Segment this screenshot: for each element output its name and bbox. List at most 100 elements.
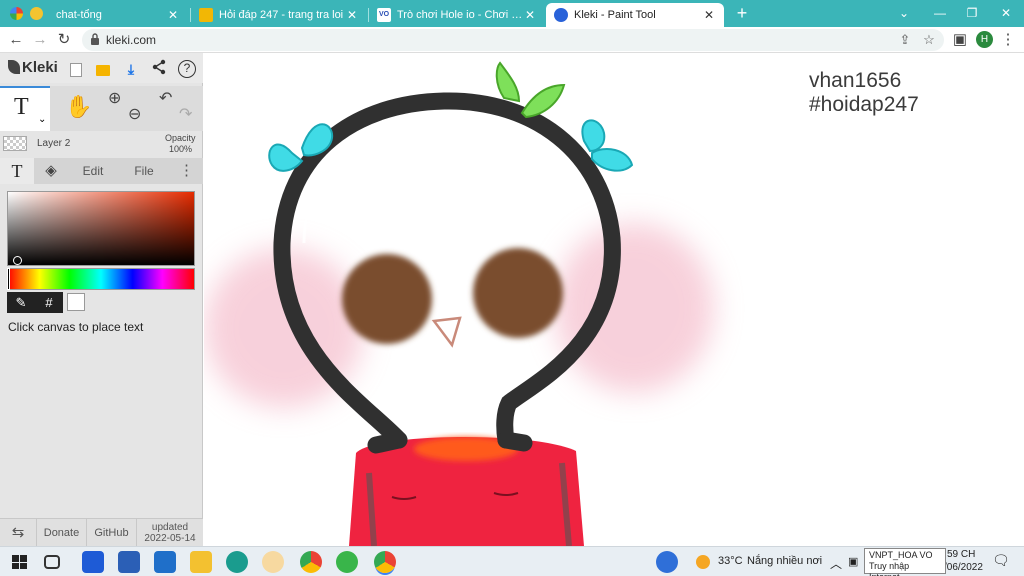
hex-input-button[interactable]: # — [35, 292, 63, 313]
kleki-logo: Kleki — [8, 59, 58, 76]
chevron-down-icon[interactable]: ⌄ — [38, 114, 46, 125]
text-tool-button[interactable]: T ⌄ — [0, 86, 50, 131]
changelog-link[interactable]: updated 2022-05-14 — [137, 519, 203, 547]
mail-icon[interactable] — [154, 551, 176, 573]
zoom-in-icon[interactable]: ⊕ — [108, 88, 121, 108]
word-icon[interactable] — [118, 551, 140, 573]
windows-start-icon[interactable] — [8, 551, 30, 573]
open-folder-icon[interactable] — [93, 59, 113, 79]
tab-edit[interactable]: Edit — [68, 158, 118, 184]
temperature[interactable]: 33°C — [718, 555, 743, 567]
hand-tool-button[interactable]: ✋ — [51, 86, 101, 131]
tab-chat[interactable]: chat-tổng ✕ — [48, 3, 188, 27]
undo-icon[interactable]: ↶ — [159, 88, 172, 108]
bookmark-star-icon[interactable]: ☆ — [920, 31, 938, 49]
opacity-value: 100% — [169, 144, 193, 154]
tab-layers[interactable]: ◈ — [34, 158, 68, 184]
weather-text[interactable]: Nắng nhiều nơi — [747, 555, 822, 567]
profile-avatar[interactable]: H — [976, 31, 993, 48]
help-icon[interactable] — [656, 551, 678, 573]
browser-menu-icon[interactable]: ⋮ — [998, 30, 1018, 50]
minimize-button[interactable]: — — [922, 0, 958, 27]
restore-button[interactable]: ❐ — [954, 0, 990, 27]
share-icon[interactable] — [149, 59, 169, 79]
tab-kleki[interactable]: Kleki - Paint Tool ✕ — [546, 3, 724, 27]
opacity-label: Opacity — [165, 133, 196, 143]
hoidap-favicon-icon — [199, 8, 213, 22]
kleki-sidebar: Kleki ⤓ ? T ⌄ ✋ ⊕ ⊖ ↶ ↷ Layer 2 Opacity … — [0, 53, 203, 547]
close-window-button[interactable]: ✕ — [988, 0, 1024, 27]
leaf-left — [495, 61, 521, 103]
donate-link[interactable]: Donate — [37, 519, 87, 547]
eyedropper-icon[interactable]: ✎ — [7, 292, 35, 313]
tab-title: Trò chơi Hole io - Chơi trực tuyến — [397, 9, 523, 21]
drawing-canvas[interactable]: vhan1656 #hoidap247 — [204, 53, 1024, 546]
panel-tabs: T ◈ Edit File ⋮ — [0, 158, 203, 184]
notification-icon[interactable]: 🗨 — [992, 552, 1010, 569]
tab-file[interactable]: File — [118, 158, 170, 184]
tab-title: Hỏi đáp 247 - trang tra loi — [219, 9, 344, 21]
close-icon[interactable]: ✕ — [702, 8, 716, 22]
leaf-app-icon[interactable] — [336, 551, 358, 573]
left-bow — [268, 123, 334, 172]
github-link[interactable]: GitHub — [87, 519, 137, 547]
zoom-out-icon[interactable]: ⊖ — [128, 104, 141, 124]
close-icon[interactable]: ✕ — [166, 8, 180, 22]
color-saturation-picker[interactable] — [7, 191, 195, 266]
kleki-favicon-icon — [554, 8, 568, 22]
zoom-buttons: ⊕ ⊖ — [102, 86, 152, 131]
updated-label: updated — [151, 522, 189, 533]
share-icon[interactable]: ⇪ — [896, 31, 914, 49]
tab-search-icons[interactable] — [10, 7, 46, 21]
back-button[interactable]: ← — [6, 30, 26, 50]
paint-icon[interactable] — [262, 551, 284, 573]
secondary-color-swatch[interactable] — [67, 293, 85, 311]
side-panel-icon[interactable]: ▣ — [950, 30, 970, 50]
swap-side-button[interactable]: ⇆ — [0, 519, 37, 547]
google-icon — [10, 7, 23, 20]
text-tool-icon: T — [11, 161, 23, 181]
zalo-icon[interactable] — [82, 551, 104, 573]
tool-row: T ⌄ ✋ ⊕ ⊖ ↶ ↷ — [0, 86, 203, 131]
browser-tab-strip: chat-tổng ✕ Hỏi đáp 247 - trang tra loi … — [0, 0, 1024, 27]
tab-search-button[interactable]: ⌄ — [886, 0, 922, 27]
download-icon[interactable]: ⤓ — [121, 59, 141, 79]
help-icon[interactable]: ? — [178, 60, 196, 78]
clock-time[interactable]: 59 CH — [947, 549, 975, 560]
edge-icon[interactable] — [226, 551, 248, 573]
color-tools-row: ✎ # — [7, 292, 195, 313]
tool-hint: Click canvas to place text — [8, 320, 144, 334]
address-bar[interactable]: kleki.com ⇪ ☆ — [82, 29, 944, 51]
chrome-profile-icon[interactable] — [374, 551, 396, 573]
hue-slider[interactable] — [7, 268, 195, 290]
leaf-right — [520, 83, 566, 119]
file-explorer-icon[interactable] — [190, 551, 212, 573]
clock-date[interactable]: /06/2022 — [944, 562, 983, 573]
more-menu-icon[interactable]: ⋮ — [170, 158, 203, 184]
redo-icon[interactable]: ↷ — [179, 104, 192, 124]
text-tool-icon: T — [14, 94, 29, 120]
screen: chat-tổng ✕ Hỏi đáp 247 - trang tra loi … — [0, 0, 1024, 576]
close-icon[interactable]: ✕ — [523, 8, 537, 22]
tab-hole-io[interactable]: VO Trò chơi Hole io - Chơi trực tuyến ✕ — [369, 3, 545, 27]
reload-button[interactable]: ↻ — [54, 30, 74, 50]
hue-handle[interactable] — [7, 268, 10, 290]
tab-title: Kleki - Paint Tool — [574, 9, 656, 21]
drawing-artwork — [204, 61, 714, 546]
tab-tool-settings[interactable]: T — [0, 158, 34, 184]
chevron-up-icon[interactable]: ︿ — [830, 555, 842, 572]
updated-date: 2022-05-14 — [144, 533, 196, 544]
network-icon[interactable]: ▣ — [848, 555, 858, 568]
layer-thumbnail — [3, 136, 27, 151]
layer-preview-row[interactable]: Layer 2 Opacity 100% — [0, 133, 203, 158]
right-blush — [554, 223, 714, 393]
task-view-icon[interactable] — [44, 555, 60, 569]
new-image-icon[interactable] — [66, 59, 86, 79]
close-icon[interactable]: ✕ — [345, 8, 359, 22]
new-tab-button[interactable]: + — [732, 3, 752, 23]
picker-handle[interactable] — [13, 256, 22, 265]
tab-hoidap247[interactable]: Hỏi đáp 247 - trang tra loi ✕ — [191, 3, 367, 27]
layers-icon: ◈ — [45, 162, 57, 179]
chrome-icon[interactable] — [300, 551, 322, 573]
forward-button[interactable]: → — [30, 30, 50, 50]
